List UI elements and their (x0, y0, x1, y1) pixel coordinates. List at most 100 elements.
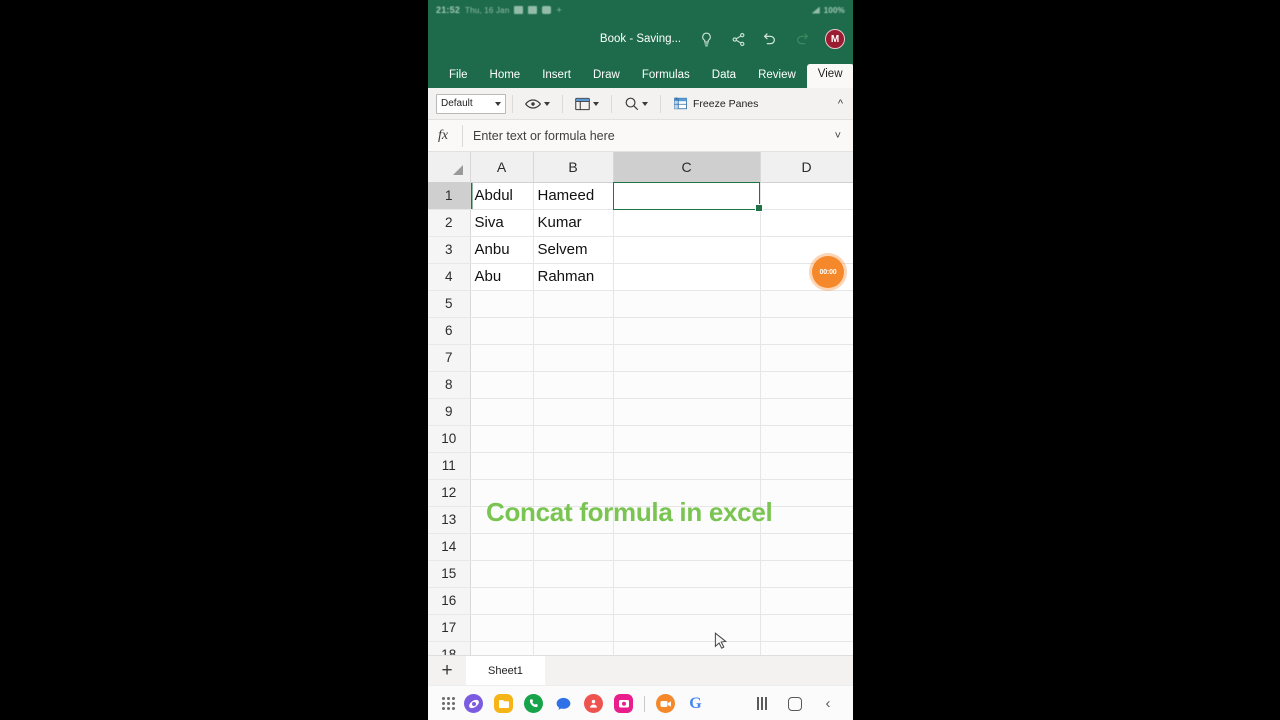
google-icon[interactable]: G (686, 694, 705, 713)
undo-icon[interactable] (761, 30, 779, 48)
screen-recorder-icon[interactable] (656, 694, 675, 713)
cell-d8[interactable] (760, 371, 853, 399)
column-header-d[interactable]: D (760, 152, 853, 183)
tab-review[interactable]: Review (747, 65, 807, 89)
cell-c2[interactable] (613, 209, 761, 237)
row-header[interactable]: 11 (428, 452, 471, 480)
formula-input[interactable]: Enter text or formula here (473, 129, 615, 143)
cell-b18[interactable] (533, 641, 614, 655)
row-header[interactable]: 17 (428, 614, 471, 642)
phone-icon[interactable] (524, 694, 543, 713)
app-drawer-icon[interactable] (442, 697, 455, 710)
cell-d15[interactable] (760, 560, 853, 588)
collapse-ribbon-button[interactable]: ^ (838, 98, 843, 110)
my-files-icon[interactable] (494, 694, 513, 713)
row-header[interactable]: 5 (428, 290, 471, 318)
column-header-a[interactable]: A (470, 152, 534, 183)
row-header[interactable]: 6 (428, 317, 471, 345)
messages-icon[interactable] (554, 694, 573, 713)
row-header[interactable]: 16 (428, 587, 471, 615)
cell-c1[interactable] (613, 182, 761, 210)
cell-d9[interactable] (760, 398, 853, 426)
tab-draw[interactable]: Draw (582, 65, 631, 89)
cell-c5[interactable] (613, 290, 761, 318)
back-button[interactable]: ‹ (817, 693, 839, 715)
row-header[interactable]: 3 (428, 236, 471, 264)
cell-b6[interactable] (533, 317, 614, 345)
cell-a10[interactable] (470, 425, 534, 453)
cell-c12[interactable] (613, 479, 761, 507)
cell-b4[interactable]: Rahman (533, 263, 614, 291)
share-icon[interactable] (729, 30, 747, 48)
cell-b2[interactable]: Kumar (533, 209, 614, 237)
cell-d3[interactable] (760, 236, 853, 264)
tab-insert[interactable]: Insert (531, 65, 582, 89)
cell-a15[interactable] (470, 560, 534, 588)
cell-d1[interactable] (760, 182, 853, 210)
cell-b1[interactable]: Hameed (533, 182, 614, 210)
cell-d6[interactable] (760, 317, 853, 345)
spreadsheet-grid[interactable]: A B C D 1 Abdul Hameed 2 Siva Kumar 3 An… (428, 152, 853, 655)
tell-me-icon[interactable] (697, 30, 715, 48)
cell-d13[interactable] (760, 506, 853, 534)
cell-d10[interactable] (760, 425, 853, 453)
contacts-icon[interactable] (584, 694, 603, 713)
cell-d12[interactable] (760, 479, 853, 507)
cell-d7[interactable] (760, 344, 853, 372)
cell-b10[interactable] (533, 425, 614, 453)
chevron-down-icon[interactable]: ˅ (835, 130, 841, 142)
column-header-c[interactable]: C (613, 152, 761, 183)
cell-a5[interactable] (470, 290, 534, 318)
cell-c6[interactable] (613, 317, 761, 345)
cell-d5[interactable] (760, 290, 853, 318)
tab-file[interactable]: File (438, 65, 479, 89)
cell-d14[interactable] (760, 533, 853, 561)
row-header[interactable]: 10 (428, 425, 471, 453)
cell-a18[interactable] (470, 641, 534, 655)
formula-bar[interactable]: fx Enter text or formula here ˅ (428, 120, 853, 152)
cell-c7[interactable] (613, 344, 761, 372)
cell-a4[interactable]: Abu (470, 263, 534, 291)
cell-d11[interactable] (760, 452, 853, 480)
cell-b11[interactable] (533, 452, 614, 480)
cell-b16[interactable] (533, 587, 614, 615)
cell-b14[interactable] (533, 533, 614, 561)
cell-a3[interactable]: Anbu (470, 236, 534, 264)
sheet-view-button[interactable] (519, 96, 556, 112)
cell-a16[interactable] (470, 587, 534, 615)
row-header[interactable]: 9 (428, 398, 471, 426)
cell-c3[interactable] (613, 236, 761, 264)
cell-b7[interactable] (533, 344, 614, 372)
cell-a12[interactable] (470, 479, 534, 507)
cell-b13[interactable] (533, 506, 614, 534)
freeze-panes-button[interactable]: Freeze Panes (667, 96, 758, 111)
row-header[interactable]: 4 (428, 263, 471, 291)
samsung-internet-icon[interactable] (464, 694, 483, 713)
cell-b12[interactable] (533, 479, 614, 507)
row-header[interactable]: 7 (428, 344, 471, 372)
add-sheet-button[interactable]: + (428, 656, 466, 685)
cell-a7[interactable] (470, 344, 534, 372)
cell-c4[interactable] (613, 263, 761, 291)
cell-d16[interactable] (760, 587, 853, 615)
cell-a11[interactable] (470, 452, 534, 480)
tab-formulas[interactable]: Formulas (631, 65, 701, 89)
row-header[interactable]: 14 (428, 533, 471, 561)
row-header[interactable]: 13 (428, 506, 471, 534)
zoom-button[interactable] (618, 94, 654, 113)
cell-a14[interactable] (470, 533, 534, 561)
cell-a13[interactable] (470, 506, 534, 534)
cell-d2[interactable] (760, 209, 853, 237)
tab-data[interactable]: Data (701, 65, 747, 89)
row-header[interactable]: 18 (428, 641, 471, 655)
cell-c8[interactable] (613, 371, 761, 399)
cell-a17[interactable] (470, 614, 534, 642)
cell-b15[interactable] (533, 560, 614, 588)
cell-c10[interactable] (613, 425, 761, 453)
cell-b17[interactable] (533, 614, 614, 642)
cell-c15[interactable] (613, 560, 761, 588)
sheet-tab-sheet1[interactable]: Sheet1 (466, 656, 545, 685)
avatar[interactable]: M (825, 29, 845, 49)
select-all-corner[interactable] (428, 152, 471, 183)
row-header[interactable]: 12 (428, 479, 471, 507)
